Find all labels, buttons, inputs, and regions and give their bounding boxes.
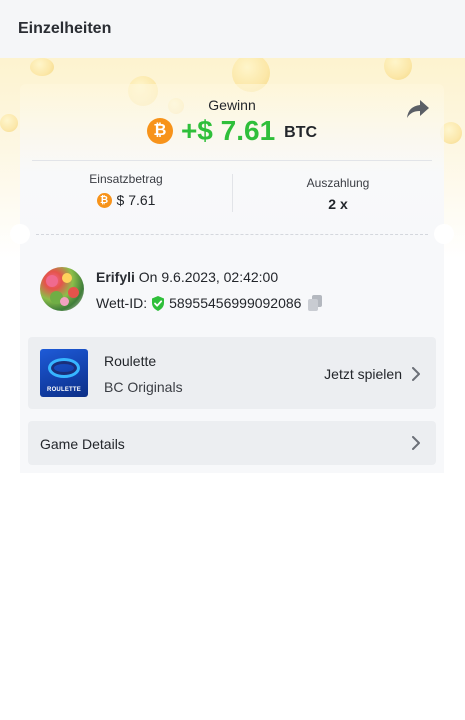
payout-stat: Auszahlung 2 x — [232, 176, 444, 212]
bet-id-line: Wett-ID: 58955456999092086 — [96, 295, 323, 311]
page-title: Einzelheiten — [18, 20, 112, 37]
stats-divider — [32, 160, 432, 161]
decorative-coin — [0, 114, 18, 132]
user-name-line: Erifyli On 9.6.2023, 02:42:00 — [96, 269, 278, 285]
avatar[interactable] — [40, 267, 84, 311]
bet-id-label: Wett-ID: — [96, 295, 148, 311]
shield-check-icon — [152, 295, 165, 311]
ticket-divider — [36, 234, 428, 235]
win-amount-row: ₿ +$ 7.61 BTC — [20, 115, 444, 147]
thumbnail-label: ROULETTE — [47, 387, 81, 393]
user-name[interactable]: Erifyli — [96, 269, 135, 285]
bet-amount-value: $ 7.61 — [116, 192, 156, 208]
bet-amount-label: Einsatzbetrag — [89, 172, 163, 186]
game-name: Roulette — [104, 353, 157, 369]
bitcoin-icon: ₿ — [146, 118, 173, 144]
header-bar: Einzelheiten — [0, 0, 465, 58]
decorative-coin — [30, 58, 54, 76]
share-arrow-icon[interactable] — [406, 98, 430, 120]
bet-amount-value-row: ₿ $ 7.61 — [20, 192, 232, 208]
game-details-row[interactable]: Game Details — [28, 421, 436, 465]
copy-icon[interactable] — [308, 295, 323, 311]
win-amount: +$ 7.61 — [180, 115, 276, 146]
play-now-link[interactable]: Jetzt spielen — [324, 366, 402, 382]
chevron-right-icon — [412, 436, 420, 450]
game-details-label: Game Details — [40, 436, 125, 452]
payout-value: 2 x — [328, 196, 348, 212]
payout-label: Auszahlung — [306, 176, 370, 190]
chevron-right-icon — [412, 367, 420, 381]
game-row-roulette[interactable]: ROULETTE Roulette BC Originals Jetzt spi… — [28, 337, 436, 409]
ticket-notch-right — [434, 224, 454, 244]
bet-amount-stat: Einsatzbetrag ₿ $ 7.61 — [20, 172, 232, 208]
bet-id-value: 58955456999092086 — [169, 295, 302, 311]
roulette-wheel-icon — [48, 358, 80, 378]
bitcoin-icon: ₿ — [96, 192, 112, 208]
bet-detail-card: Gewinn ₿ +$ 7.61 BTC Einsatzbetrag ₿ $ 7… — [10, 84, 454, 473]
game-provider: BC Originals — [104, 379, 183, 395]
win-currency: BTC — [284, 124, 318, 141]
win-label: Gewinn — [208, 97, 256, 113]
roulette-game-thumbnail[interactable]: ROULETTE — [40, 349, 88, 397]
decorative-coin — [384, 58, 412, 80]
ticket-notch-left — [10, 224, 30, 244]
bet-date: On 9.6.2023, 02:42:00 — [138, 269, 279, 285]
